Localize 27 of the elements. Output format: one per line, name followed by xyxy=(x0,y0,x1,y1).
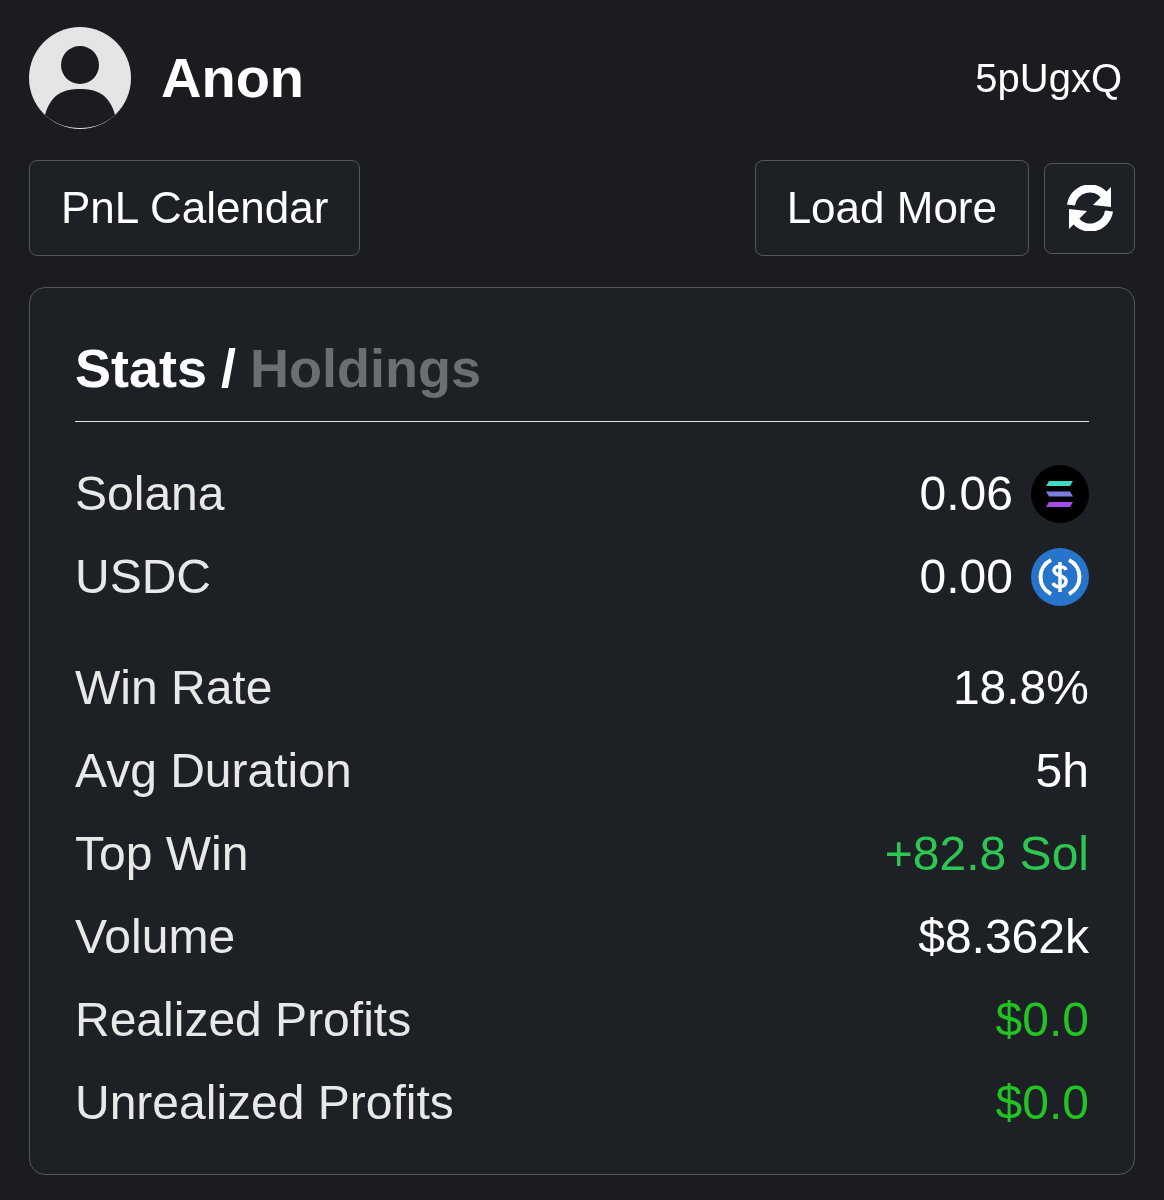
stat-value: 5h xyxy=(1035,742,1089,799)
balance-label: USDC xyxy=(75,548,211,605)
refresh-icon xyxy=(1064,185,1115,231)
stat-label: Volume xyxy=(75,908,236,965)
avatar-icon xyxy=(29,27,131,129)
balance-value: 0.00 xyxy=(919,548,1013,605)
tab-separator: / xyxy=(221,337,237,400)
action-button[interactable]: PnL Calendar xyxy=(29,160,361,256)
stat-label: Win Rate xyxy=(75,659,273,716)
wallet-address: 5pUgxQ xyxy=(975,55,1123,102)
stat-label: Unrealized Profits xyxy=(75,1074,454,1131)
profile-name: Anon xyxy=(161,45,305,111)
balance-value: 0.06 xyxy=(919,465,1013,522)
action-button[interactable]: Load More xyxy=(754,160,1029,256)
dollar-coin-icon xyxy=(1031,547,1089,606)
coin-stripes-icon xyxy=(1031,464,1089,523)
stat-value: $0.0 xyxy=(995,991,1089,1048)
stat-label: Top Win xyxy=(75,825,249,882)
stat-label: Avg Duration xyxy=(75,742,352,799)
stat-value: $0.0 xyxy=(995,1074,1089,1131)
tab[interactable]: Stats xyxy=(75,328,208,409)
refresh-button[interactable] xyxy=(1044,162,1135,254)
stat-value: $8.362k xyxy=(918,908,1089,965)
stat-value: +82.8 Sol xyxy=(884,825,1089,882)
stat-label: Realized Profits xyxy=(75,991,412,1048)
stat-value: 18.8% xyxy=(952,659,1089,716)
balance-label: Solana xyxy=(75,465,225,522)
